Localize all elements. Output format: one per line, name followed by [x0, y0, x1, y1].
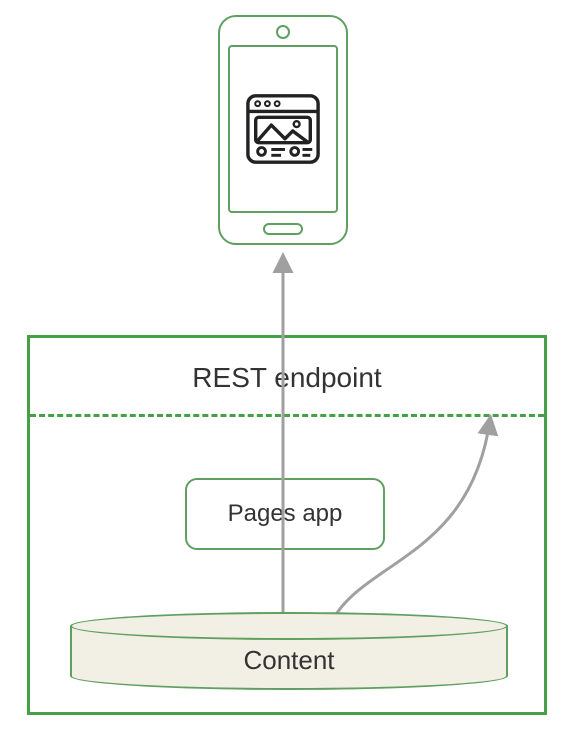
server-container: REST endpoint Pages app Content [27, 335, 547, 715]
rest-endpoint-label: REST endpoint [30, 362, 544, 394]
pages-app-box: Pages app [185, 478, 385, 550]
browser-window-icon [244, 90, 322, 168]
dashed-divider [30, 414, 544, 417]
mobile-device-icon [218, 15, 348, 245]
architecture-diagram: REST endpoint Pages app Content [0, 0, 577, 732]
content-datastore-icon: Content [70, 612, 508, 690]
content-label: Content [70, 645, 508, 676]
pages-app-label: Pages app [228, 500, 343, 528]
phone-screen [228, 45, 338, 213]
phone-home-button-icon [263, 223, 303, 235]
